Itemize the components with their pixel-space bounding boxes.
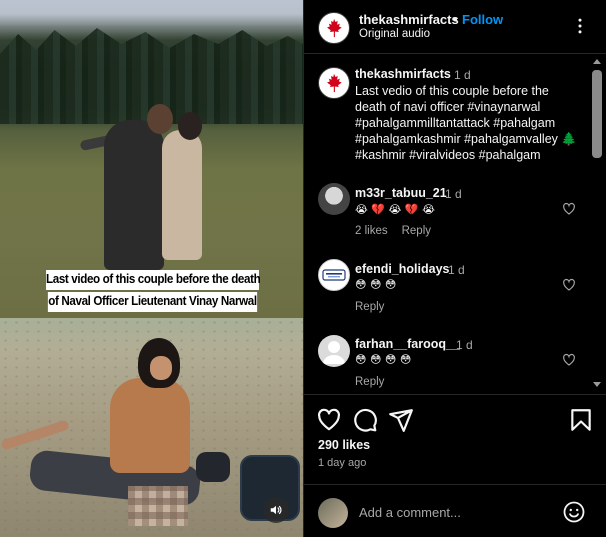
post-actions: 290 likes 1 day ago [304, 394, 606, 484]
comment-icon[interactable] [352, 407, 378, 433]
reply-button[interactable]: Reply [402, 225, 431, 237]
seated-woman [110, 378, 190, 473]
reply-button[interactable]: Reply [355, 376, 384, 388]
caption-line-3[interactable]: #pahalgammilltantattack #pahalgam [355, 115, 555, 132]
volume-icon [270, 505, 282, 515]
comment-meta: Reply [355, 301, 398, 313]
video-caption-line-1: Last video of this couple before the dea… [46, 270, 261, 290]
man-figure [104, 120, 164, 270]
current-user-avatar [318, 498, 348, 528]
seated-woman-face [150, 356, 172, 380]
comment-time: 1 d [448, 263, 465, 277]
comment-username[interactable]: efendi_holidays [355, 262, 449, 276]
caption-line-2: death of navi officer #vinaynarwal [355, 100, 541, 114]
heart-icon[interactable] [562, 353, 576, 367]
scroll-up-arrow-icon[interactable] [593, 59, 601, 64]
scrollbar-thumb[interactable] [592, 70, 602, 158]
caption-line-1: Last vedio of this couple before the [355, 84, 549, 98]
maple-leaf-icon [327, 18, 342, 38]
comment-meta: Reply [355, 376, 398, 388]
comments-list[interactable]: thekashmirfacts 1 d Last vedio of this c… [304, 55, 606, 393]
reply-button[interactable]: Reply [355, 301, 384, 313]
caption-line-5[interactable]: #kashmir #viralvideos #pahalgam [355, 147, 541, 164]
caption-line-4[interactable]: #pahalgamkashmir #pahalgamvalley 🌲 [355, 131, 577, 148]
post-header: thekashmirfacts • Follow Original audio [304, 0, 606, 54]
small-bag [196, 452, 230, 482]
commenter-avatar[interactable] [318, 183, 350, 215]
bookmark-icon[interactable] [568, 407, 594, 433]
more-icon [578, 18, 582, 34]
comment-text: 😳 😳 😳 [355, 278, 397, 291]
add-comment-bar [304, 484, 606, 537]
caption-avatar[interactable] [318, 67, 350, 99]
commenter-avatar[interactable] [318, 335, 350, 367]
comment-time: 1 d [445, 187, 462, 201]
comment-meta: 2 likes Reply [355, 225, 445, 237]
audio-link[interactable]: Original audio [359, 28, 430, 40]
caption-time: 1 d [454, 68, 471, 82]
comments-scrollbar[interactable] [591, 56, 603, 392]
author-avatar[interactable] [318, 12, 350, 44]
man-head [147, 104, 173, 134]
heart-icon[interactable] [562, 202, 576, 216]
smiley-icon[interactable] [562, 500, 586, 524]
comment-username[interactable]: farhan__farooq__ [355, 337, 460, 351]
mountain-backdrop [0, 0, 303, 40]
reel-video[interactable]: Last video of this couple before the dea… [0, 0, 303, 537]
caption-username[interactable]: thekashmirfacts [355, 67, 451, 81]
woman-head [178, 112, 202, 140]
comment-likes[interactable]: 2 likes [355, 225, 388, 237]
post-panel: thekashmirfacts • Follow Original audio … [303, 0, 606, 537]
video-caption-line-2: of Naval Officer Lieutenant Vinay Narwal [47, 292, 258, 312]
mute-button[interactable] [263, 497, 289, 523]
follow-button[interactable]: Follow [462, 12, 503, 27]
commenter-avatar[interactable] [318, 259, 350, 291]
heart-icon[interactable] [316, 407, 342, 433]
comment-text: 😳 😳 😳 😳 [355, 353, 412, 366]
default-user-icon [323, 341, 345, 364]
scroll-down-arrow-icon[interactable] [593, 382, 601, 387]
comment-time: 1 d [456, 338, 473, 352]
likes-count[interactable]: 290 likes [318, 438, 370, 452]
post-age: 1 day ago [318, 457, 367, 469]
share-icon[interactable] [388, 407, 414, 433]
comment-text: 😭 💔 😭 💔 😭 [355, 203, 435, 216]
comment-input[interactable] [359, 501, 549, 523]
more-options-button[interactable] [568, 14, 592, 38]
blurred-region [128, 486, 188, 526]
header-separator: • [453, 12, 458, 27]
woman-figure [162, 130, 202, 260]
maple-leaf-icon [327, 73, 342, 93]
heart-icon[interactable] [562, 278, 576, 292]
brand-logo-icon [322, 269, 346, 281]
comment-username[interactable]: m33r_tabuu_21 [355, 186, 447, 200]
author-username[interactable]: thekashmirfacts [359, 12, 459, 27]
